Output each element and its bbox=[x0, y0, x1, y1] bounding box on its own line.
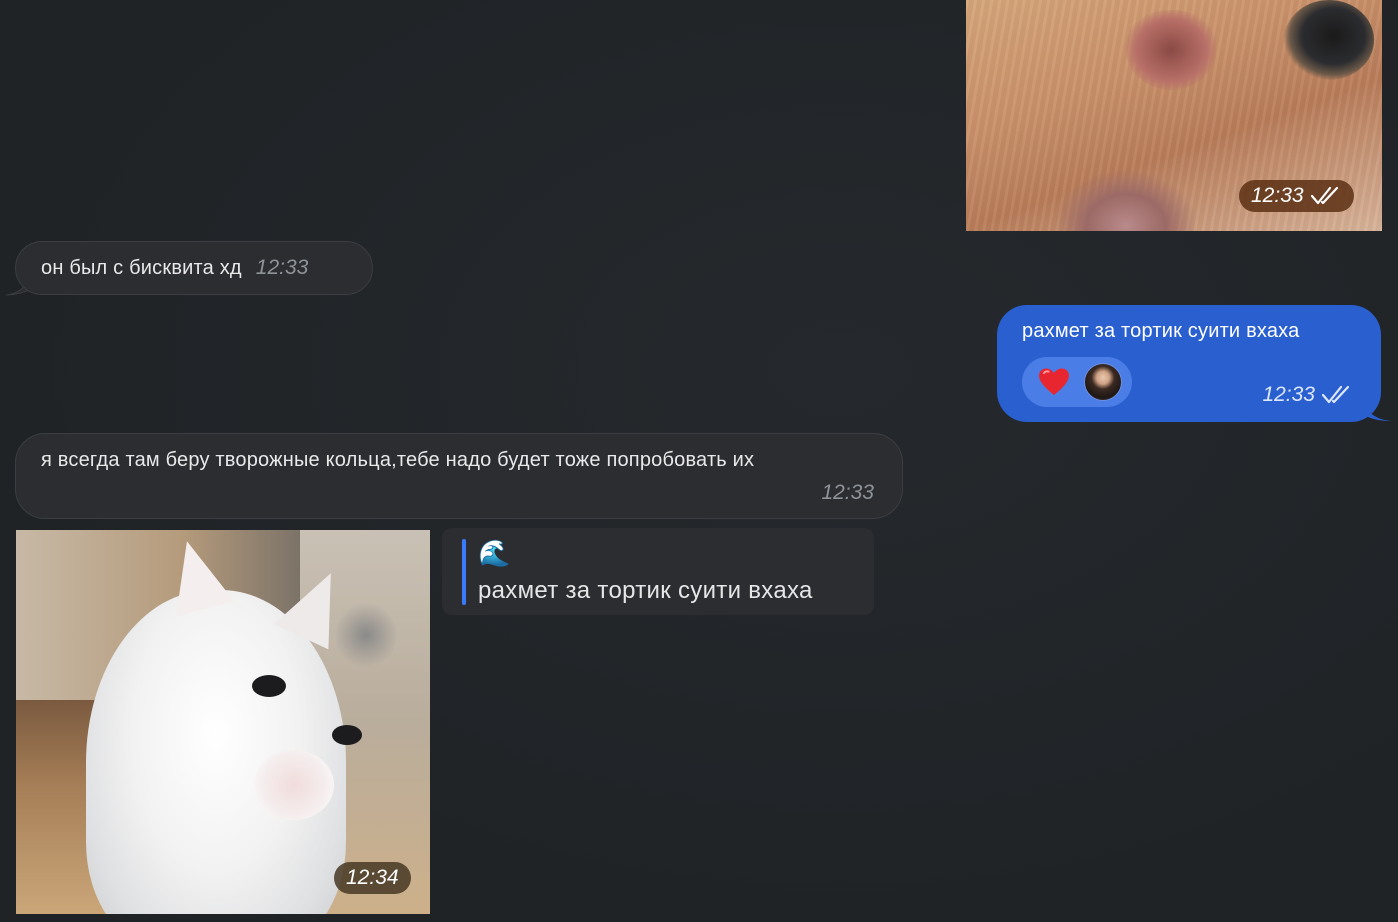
reply-accent-bar bbox=[462, 539, 466, 605]
message-time: 12:33 bbox=[255, 256, 309, 279]
message-text: я всегда там беру творожные кольца,тебе … bbox=[41, 449, 755, 471]
photo-timestamp: 12:34 bbox=[334, 862, 411, 894]
incoming-message[interactable]: он был с бисквита хд 12:33 bbox=[15, 241, 373, 295]
photo-cat-nose bbox=[1126, 10, 1216, 90]
message-time: 12:33 bbox=[821, 481, 874, 504]
incoming-message[interactable]: я всегда там беру творожные кольца,тебе … bbox=[15, 433, 903, 519]
reaction-badge[interactable] bbox=[1022, 357, 1132, 407]
reply-preview[interactable]: 🌊 рахмет за тортик суити вхаха bbox=[442, 528, 874, 615]
photo-cat-eye bbox=[1284, 0, 1374, 80]
outgoing-message[interactable]: рахмет за тортик суити вхаха 12:33 bbox=[997, 305, 1381, 422]
photo-kitten-eye bbox=[332, 725, 362, 745]
photo-time: 12:33 bbox=[1251, 184, 1304, 207]
photo-kitten-eye bbox=[252, 675, 286, 697]
reply-author: 🌊 bbox=[478, 538, 511, 568]
double-check-icon bbox=[1310, 186, 1338, 205]
chat-area: 12:33 он был с бисквита хд 12:33 рахмет … bbox=[0, 0, 1398, 922]
reply-quoted-text: рахмет за тортик суити вхаха bbox=[478, 577, 813, 604]
double-check-icon bbox=[1321, 385, 1350, 404]
photo-message-cat[interactable]: 12:33 bbox=[966, 0, 1382, 231]
message-text: рахмет за тортик суити вхаха bbox=[1022, 320, 1300, 342]
message-text: он был с бисквита хд bbox=[41, 256, 242, 279]
reactor-avatar[interactable] bbox=[1084, 363, 1122, 401]
photo-timestamp: 12:33 bbox=[1239, 180, 1354, 212]
photo-message-kitten[interactable]: 12:34 bbox=[16, 530, 430, 914]
photo-time: 12:34 bbox=[346, 866, 399, 889]
heart-icon bbox=[1039, 368, 1069, 395]
message-timestamp: 12:33 bbox=[1262, 383, 1353, 407]
photo-kitten-paw bbox=[254, 750, 334, 820]
message-time: 12:33 bbox=[1262, 383, 1315, 406]
photo-cat-mouth bbox=[1056, 170, 1196, 231]
photo-kitten-spot bbox=[336, 600, 396, 670]
